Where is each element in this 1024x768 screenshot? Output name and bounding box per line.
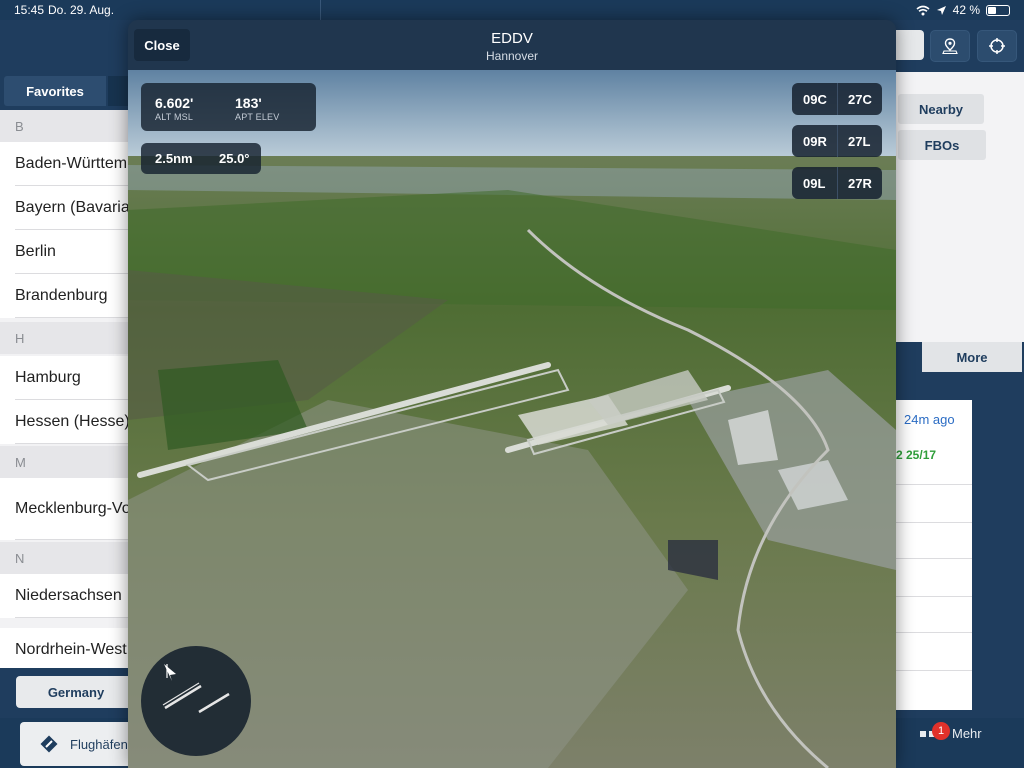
divider: [837, 125, 838, 157]
more-button[interactable]: More: [922, 342, 1022, 372]
favorites-tab[interactable]: Favorites: [4, 76, 106, 106]
battery-percent: 42 %: [952, 3, 980, 17]
tab-more-label: Mehr: [952, 726, 982, 741]
wifi-icon: [916, 5, 930, 15]
runway-end-b[interactable]: 27C: [848, 92, 872, 107]
list-item[interactable]: Berlin: [0, 230, 128, 274]
map-pin-button[interactable]: [930, 30, 970, 62]
divider: [837, 83, 838, 115]
detail-top: Nearby FBOs: [896, 72, 1024, 342]
runway-end-a[interactable]: 09R: [803, 134, 827, 149]
apt-elev-value: 183': [235, 95, 262, 111]
divider: [837, 167, 838, 199]
segment-tab-2[interactable]: [108, 76, 128, 106]
status-right: 42 %: [916, 3, 1010, 17]
compass-icon: [162, 664, 230, 714]
modal-header: Close EDDV Hannover: [128, 20, 896, 70]
altitude-hud: 6.602' ALT MSL 183' APT ELEV: [141, 83, 316, 131]
runway-end-b[interactable]: 27L: [848, 134, 870, 149]
location-arrow-icon: [936, 5, 946, 15]
compass-widget[interactable]: [141, 646, 251, 756]
runway-end-b[interactable]: 27R: [848, 176, 872, 191]
fbos-button[interactable]: FBOs: [898, 130, 986, 160]
divider: [896, 632, 972, 633]
split-divider: [320, 0, 321, 20]
airport-code: EDDV: [491, 30, 533, 47]
notification-badge: 1: [932, 722, 950, 740]
nearby-button[interactable]: Nearby: [898, 94, 984, 124]
3d-terrain-view[interactable]: 6.602' ALT MSL 183' APT ELEV 2.5nm 25.0°…: [128, 70, 896, 768]
divider: [896, 596, 972, 597]
runway-end-a[interactable]: 09C: [803, 92, 827, 107]
runway-selector[interactable]: 09L 27R: [792, 167, 882, 199]
status-bar: 15:45 Do. 29. Aug. 42 %: [0, 0, 1024, 20]
locate-button[interactable]: [977, 30, 1017, 62]
list-item[interactable]: Bayern (Bavaria: [0, 186, 128, 230]
tab-airports[interactable]: Flughäfen: [20, 722, 140, 766]
runway-end-a[interactable]: 09L: [803, 176, 825, 191]
state-list-panel: Favorites B Baden-Württem Bayern (Bavari…: [0, 72, 136, 718]
alt-msl-caption: ALT MSL: [155, 112, 194, 122]
apt-elev-caption: APT ELEV: [235, 112, 280, 122]
more-bar: More: [896, 342, 1024, 372]
section-header: N: [0, 542, 128, 574]
divider: [896, 484, 972, 485]
tab-airports-label: Flughäfen: [70, 736, 128, 752]
status-date: Do. 29. Aug.: [48, 3, 115, 17]
weather-card[interactable]: 24m ago 2 25/17: [896, 400, 972, 710]
airport-city: Hannover: [485, 49, 539, 63]
country-button[interactable]: Germany: [16, 676, 136, 708]
map-pin-icon: [942, 38, 958, 55]
list-item[interactable]: Hamburg: [0, 356, 128, 400]
runway-selector[interactable]: 09C 27C: [792, 83, 882, 115]
status-time: 15:45: [14, 3, 45, 17]
list-item[interactable]: Hessen (Hesse): [0, 400, 128, 444]
country-bar: Germany: [0, 668, 136, 718]
battery-icon: [986, 4, 1010, 16]
divider: [896, 558, 972, 559]
list-item[interactable]: Brandenburg: [0, 274, 128, 318]
view-angle: 25.0°: [219, 151, 250, 166]
list-item[interactable]: Nordrhein-West: [0, 628, 128, 672]
list-item[interactable]: Baden-Württem: [0, 142, 128, 186]
tab-more[interactable]: Mehr: [920, 726, 982, 741]
section-header: M: [0, 446, 128, 478]
divider: [896, 670, 972, 671]
crosshair-icon: [989, 38, 1005, 54]
airport-icon: [40, 735, 58, 753]
divider: [896, 522, 972, 523]
weather-list: 24m ago 2 25/17: [896, 372, 1024, 718]
segment-bar: Favorites: [0, 72, 128, 110]
list-item[interactable]: Niedersachsen: [0, 574, 128, 618]
alt-msl-value: 6.602': [155, 95, 194, 111]
list-item[interactable]: Mecklenburg-Vo: [0, 478, 128, 540]
wind-value: 2 25/17: [896, 448, 937, 462]
airport-3d-modal: Close EDDV Hannover 6.602' ALT MSL 183' …: [128, 20, 896, 768]
view-params-hud[interactable]: 2.5nm 25.0°: [141, 143, 261, 174]
view-distance: 2.5nm: [155, 151, 193, 166]
section-header: B: [0, 110, 128, 142]
airport-detail-panel: Nearby FBOs More 24m ago 2 25/17: [896, 72, 1024, 718]
update-age: 24m ago: [904, 412, 955, 427]
runway-selector[interactable]: 09R 27L: [792, 125, 882, 157]
section-header: H: [0, 322, 128, 354]
